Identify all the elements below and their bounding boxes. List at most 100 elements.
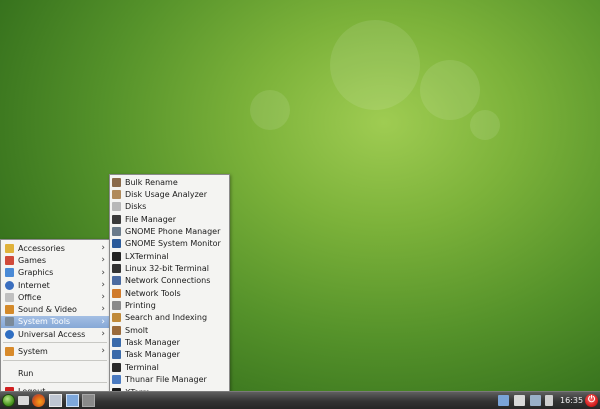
run-icon [5,369,14,378]
chevron-right-icon: › [101,329,105,340]
sound-video-icon [5,305,14,315]
menu-item-universal-access[interactable]: Universal Access › [1,328,109,340]
chevron-right-icon: › [101,304,105,315]
phone-manager-icon [112,227,121,237]
system-tools-icon [5,317,14,327]
disks-icon [112,202,121,212]
submenu-item-label: Task Manager [125,350,180,360]
desktop-pager-2[interactable] [82,394,95,407]
printing-icon [112,301,121,311]
submenu-item-network-tools[interactable]: Network Tools [110,287,229,299]
menu-item-run[interactable]: Run [1,368,109,380]
submenu-item-label: Network Tools [125,288,181,298]
clipboard-icon[interactable] [514,395,525,406]
submenu-item-label: Printing [125,301,156,311]
submenu-item-task-manager-2[interactable]: Task Manager [110,349,229,361]
display-icon[interactable] [530,395,541,406]
chevron-right-icon: › [101,346,105,357]
system-icon [5,347,14,357]
menu-item-office[interactable]: Office › [1,291,109,303]
submenu-item-task-manager[interactable]: Task Manager [110,336,229,348]
menu-item-label: Graphics [18,268,54,278]
submenu-item-gnome-system-monitor[interactable]: GNOME System Monitor [110,238,229,250]
submenu-item-thunar-file-manager[interactable]: Thunar File Manager [110,374,229,386]
smolt-icon [112,325,121,335]
firefox-icon[interactable] [32,394,45,407]
submenu-item-printing[interactable]: Printing [110,299,229,311]
power-icon[interactable]: ⏻ [585,394,598,407]
submenu-item-file-manager[interactable]: File Manager [110,213,229,225]
office-icon [5,292,14,302]
submenu-item-lxterminal[interactable]: LXTerminal [110,250,229,262]
chevron-right-icon: › [101,316,105,327]
system-tools-submenu: Bulk Rename Disk Usage Analyzer Disks Fi… [109,174,230,409]
submenu-item-label: Disk Usage Analyzer [125,190,208,200]
menu-item-graphics[interactable]: Graphics › [1,267,109,279]
submenu-item-label: Terminal [125,362,159,372]
disk-usage-analyzer-icon [112,190,121,200]
menu-item-system-tools[interactable]: System Tools › [1,315,109,329]
application-menu: Accessories › Games › Graphics › Interne… [0,239,110,396]
submenu-item-terminal[interactable]: Terminal [110,361,229,373]
chevron-right-icon: › [101,292,105,303]
menu-item-label: Universal Access [18,329,86,339]
submenu-item-label: Bulk Rename [125,177,178,187]
window-list-icon[interactable] [49,394,62,407]
menu-separator [3,381,107,383]
submenu-item-label: Smolt [125,325,149,335]
wallpaper-bokeh [420,60,480,120]
menu-item-label: System Tools [18,317,71,327]
menu-item-sound-video[interactable]: Sound & Video › [1,303,109,315]
start-menu-icon[interactable] [2,394,15,407]
folder-icon[interactable] [18,396,29,405]
submenu-item-gnome-phone-manager[interactable]: GNOME Phone Manager [110,225,229,237]
submenu-item-label: File Manager [125,214,176,224]
submenu-item-smolt[interactable]: Smolt [110,324,229,336]
chevron-right-icon: › [101,243,105,253]
submenu-item-disk-usage-analyzer[interactable]: Disk Usage Analyzer [110,188,229,200]
network-icon[interactable] [498,395,509,406]
submenu-item-label: Thunar File Manager [125,375,207,385]
submenu-item-search-and-indexing[interactable]: Search and Indexing [110,312,229,324]
submenu-item-disks[interactable]: Disks [110,201,229,213]
accessories-icon [5,243,14,253]
menu-item-internet[interactable]: Internet › [1,279,109,291]
submenu-item-label: Linux 32-bit Terminal [125,264,209,274]
chevron-right-icon: › [101,255,105,266]
menu-separator [3,342,107,344]
submenu-item-label: GNOME System Monitor [125,239,221,249]
panel-clock[interactable]: 16:35 [560,394,583,407]
menu-item-games[interactable]: Games › [1,254,109,266]
submenu-item-linux-32-bit-terminal[interactable]: Linux 32-bit Terminal [110,262,229,274]
graphics-icon [5,268,14,278]
menu-item-system[interactable]: System › [1,345,109,357]
taskbar-panel: 16:35 ⏻ [0,391,600,409]
menu-item-accessories[interactable]: Accessories › [1,242,109,254]
desktop-pager-1[interactable] [66,394,79,407]
menu-item-label: Internet [18,280,50,290]
task-manager-icon [112,338,121,348]
search-indexing-icon [112,313,121,323]
submenu-item-label: GNOME Phone Manager [125,227,221,237]
menu-item-label: Accessories [18,243,65,253]
bulk-rename-icon [112,177,121,187]
universal-access-icon [5,329,14,339]
thunar-icon [112,375,121,385]
file-manager-icon [112,214,121,224]
internet-icon [5,280,14,290]
chevron-right-icon: › [101,279,105,290]
wallpaper-bokeh [470,110,500,140]
wallpaper-bokeh [330,20,420,110]
volume-icon[interactable] [545,395,553,406]
submenu-item-network-connections[interactable]: Network Connections [110,275,229,287]
system-monitor-icon [112,239,121,249]
menu-separator [3,359,107,361]
terminal-icon [112,362,121,372]
submenu-item-label: Task Manager [125,338,180,348]
menu-item-label: System [18,347,48,357]
menu-item-label: Sound & Video [18,305,77,315]
submenu-item-label: Search and Indexing [125,313,208,323]
submenu-item-bulk-rename[interactable]: Bulk Rename [110,176,229,188]
submenu-item-label: Disks [125,202,147,212]
task-manager-icon [112,350,121,360]
